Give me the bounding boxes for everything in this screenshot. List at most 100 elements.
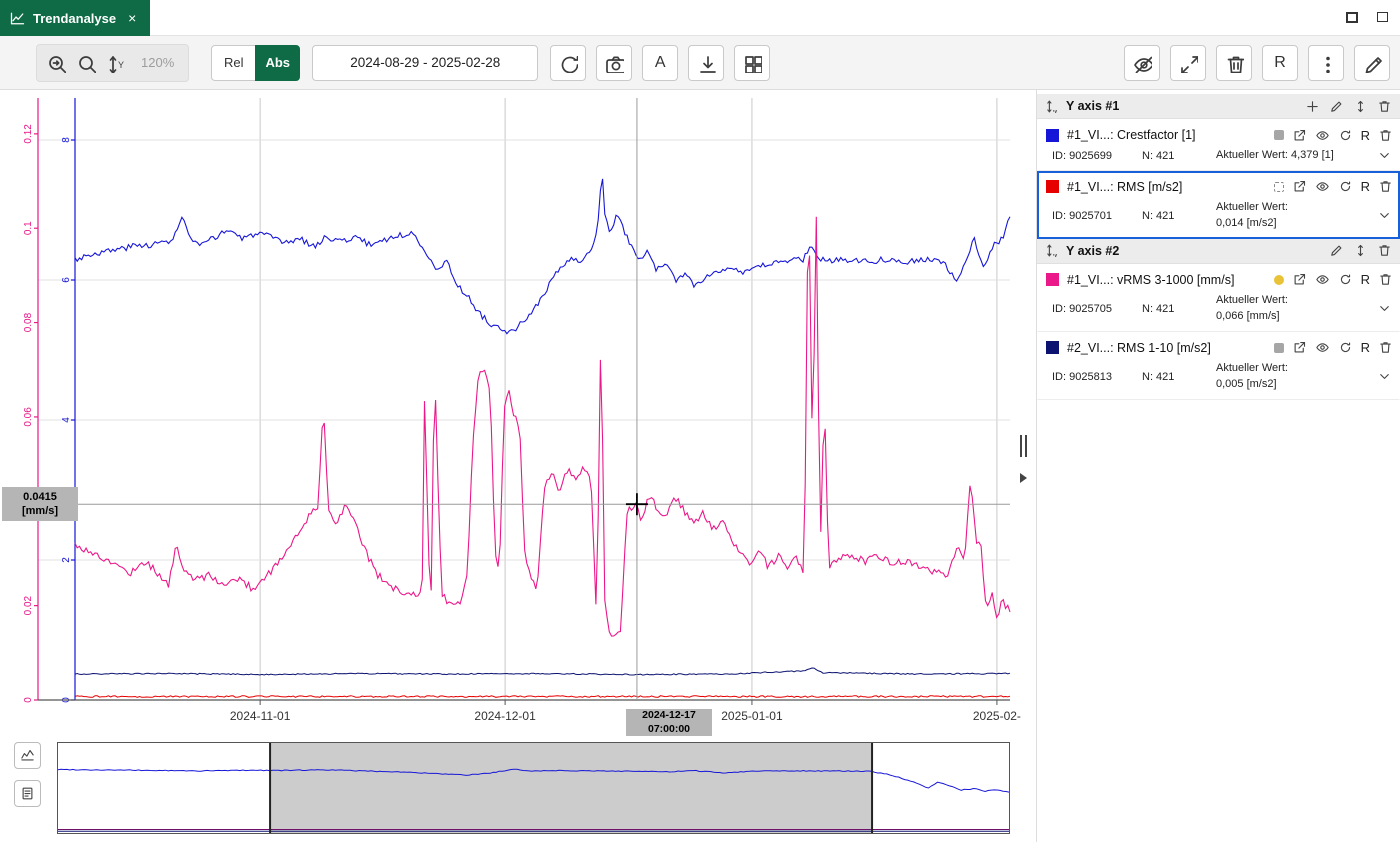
reload-icon[interactable] xyxy=(1338,272,1353,287)
channel-reset-button[interactable]: R xyxy=(1361,340,1370,355)
trend-chart-icon xyxy=(10,11,25,26)
channel-reset-button[interactable]: R xyxy=(1361,128,1370,143)
channel-n: N: 421 xyxy=(1142,210,1216,222)
channel-row[interactable]: #1_VI...: Crestfactor [1] R ID: 9025699 … xyxy=(1037,119,1400,171)
svg-text:0.06: 0.06 xyxy=(23,407,34,427)
camera-icon xyxy=(604,53,624,73)
navigator-report-button[interactable] xyxy=(14,780,41,807)
open-external-icon[interactable] xyxy=(1292,272,1307,287)
channel-n: N: 421 xyxy=(1142,303,1216,315)
annotation-button[interactable]: A xyxy=(642,45,678,81)
add-channel-icon[interactable] xyxy=(1305,99,1320,114)
annotation-a-icon: A xyxy=(655,54,666,72)
open-external-icon[interactable] xyxy=(1292,179,1307,194)
status-icon xyxy=(1274,275,1284,285)
eye-icon[interactable] xyxy=(1315,128,1330,143)
eye-icon[interactable] xyxy=(1315,179,1330,194)
maximize-icon[interactable] xyxy=(1372,7,1392,27)
svg-text:6: 6 xyxy=(61,277,72,283)
rel-abs-toggle: Rel Abs xyxy=(211,45,300,81)
refresh-button[interactable] xyxy=(550,45,586,81)
channel-row[interactable]: #1_VI...: vRMS 3-1000 [mm/s] R ID: 90257… xyxy=(1037,264,1400,332)
navigator-chart[interactable] xyxy=(58,743,1009,833)
abs-button[interactable]: Abs xyxy=(255,45,300,81)
more-menu-button[interactable] xyxy=(1308,45,1344,81)
y-axis-icon xyxy=(1045,243,1060,258)
screenshot-button[interactable] xyxy=(596,45,632,81)
zoom-reset-button[interactable] xyxy=(41,48,71,78)
svg-text:0.12: 0.12 xyxy=(23,124,34,144)
delete-axis-icon[interactable] xyxy=(1377,99,1392,114)
status-icon xyxy=(1274,182,1284,192)
panel-splitter[interactable] xyxy=(1016,435,1030,505)
rel-button[interactable]: Rel xyxy=(211,45,256,81)
panel-collapse-arrow-icon[interactable] xyxy=(1020,473,1027,483)
delete-channel-icon[interactable] xyxy=(1378,272,1393,287)
toolbar: Y 120% Rel Abs 2024-08-29 - 2025-02-28 A xyxy=(0,36,1400,90)
edit-button[interactable] xyxy=(1354,45,1390,81)
expand-chevron-button[interactable] xyxy=(1375,148,1393,163)
reload-icon[interactable] xyxy=(1338,128,1353,143)
crosshair-time: 07:00:00 xyxy=(648,723,690,736)
reload-icon[interactable] xyxy=(1338,179,1353,194)
axis-scale-icon[interactable] xyxy=(1353,99,1368,114)
eye-icon[interactable] xyxy=(1315,272,1330,287)
channel-row[interactable]: #1_VI...: RMS [m/s2] R ID: 9025701 N: 42… xyxy=(1037,171,1400,239)
channel-color-chip xyxy=(1046,273,1059,286)
expand-chevron-button[interactable] xyxy=(1375,301,1393,316)
open-external-icon[interactable] xyxy=(1292,340,1307,355)
mini-trend-icon xyxy=(20,748,35,763)
navigator-box[interactable] xyxy=(57,742,1010,834)
channel-label: #1_VI...: vRMS 3-1000 [mm/s] xyxy=(1067,273,1266,287)
navigator-trend-button[interactable] xyxy=(14,742,41,769)
delete-channel-icon[interactable] xyxy=(1378,128,1393,143)
delete-axis-icon[interactable] xyxy=(1377,243,1392,258)
chevron-down-icon xyxy=(1377,208,1392,223)
splitter-grip-icon xyxy=(1020,435,1027,457)
reset-button[interactable]: R xyxy=(1262,45,1298,81)
chevron-down-icon xyxy=(1377,369,1392,384)
expand-chevron-button[interactable] xyxy=(1375,369,1393,384)
crosshair-y-unit: [mm/s] xyxy=(22,504,58,518)
download-icon xyxy=(696,53,716,73)
crosshair-date: 2024-12-17 xyxy=(642,709,696,722)
channel-color-chip xyxy=(1046,129,1059,142)
channel-reset-button[interactable]: R xyxy=(1361,272,1370,287)
open-external-icon[interactable] xyxy=(1292,128,1307,143)
svg-text:2: 2 xyxy=(61,557,72,563)
reload-icon[interactable] xyxy=(1338,340,1353,355)
expand-chevron-button[interactable] xyxy=(1375,208,1393,223)
restore-icon[interactable] xyxy=(1342,7,1362,27)
eye-icon[interactable] xyxy=(1315,340,1330,355)
trend-chart[interactable]: 00.020.040.060.080.10.12024682024-11-012… xyxy=(0,90,1032,738)
crosshair-y-value: 0.0415 xyxy=(23,490,57,504)
channel-id: ID: 9025813 xyxy=(1052,371,1142,383)
delete-channel-icon[interactable] xyxy=(1378,179,1393,194)
svg-text:0.08: 0.08 xyxy=(23,312,34,332)
svg-text:2024-12-01: 2024-12-01 xyxy=(474,709,536,723)
edit-axis-icon[interactable] xyxy=(1329,243,1344,258)
layout-grid-button[interactable] xyxy=(734,45,770,81)
y-zoom-button[interactable]: Y xyxy=(101,48,131,78)
date-range-input[interactable]: 2024-08-29 - 2025-02-28 xyxy=(312,45,538,81)
y-zoom-icon: Y xyxy=(106,53,126,73)
edit-axis-icon[interactable] xyxy=(1329,99,1344,114)
axis-2-header: Y axis #2 xyxy=(1037,239,1400,264)
clear-button[interactable] xyxy=(1216,45,1252,81)
titlebar: Trendanalyse × xyxy=(0,0,1400,36)
tab-close-icon[interactable]: × xyxy=(128,10,136,26)
svg-text:0.1: 0.1 xyxy=(23,221,34,235)
channel-label: #2_VI...: RMS 1-10 [m/s2] xyxy=(1067,341,1266,355)
channel-value: Aktueller Wert: 0,066 [mm/s] xyxy=(1216,293,1375,325)
download-button[interactable] xyxy=(688,45,724,81)
zoom-level: 120% xyxy=(131,55,184,70)
tab-trendanalyse[interactable]: Trendanalyse × xyxy=(0,0,150,36)
fit-view-button[interactable] xyxy=(1170,45,1206,81)
delete-channel-icon[interactable] xyxy=(1378,340,1393,355)
channel-row[interactable]: #2_VI...: RMS 1-10 [m/s2] R ID: 9025813 … xyxy=(1037,332,1400,400)
zoom-icon xyxy=(76,53,96,73)
hide-curves-button[interactable] xyxy=(1124,45,1160,81)
zoom-button[interactable] xyxy=(71,48,101,78)
channel-reset-button[interactable]: R xyxy=(1361,179,1370,194)
axis-scale-icon[interactable] xyxy=(1353,243,1368,258)
